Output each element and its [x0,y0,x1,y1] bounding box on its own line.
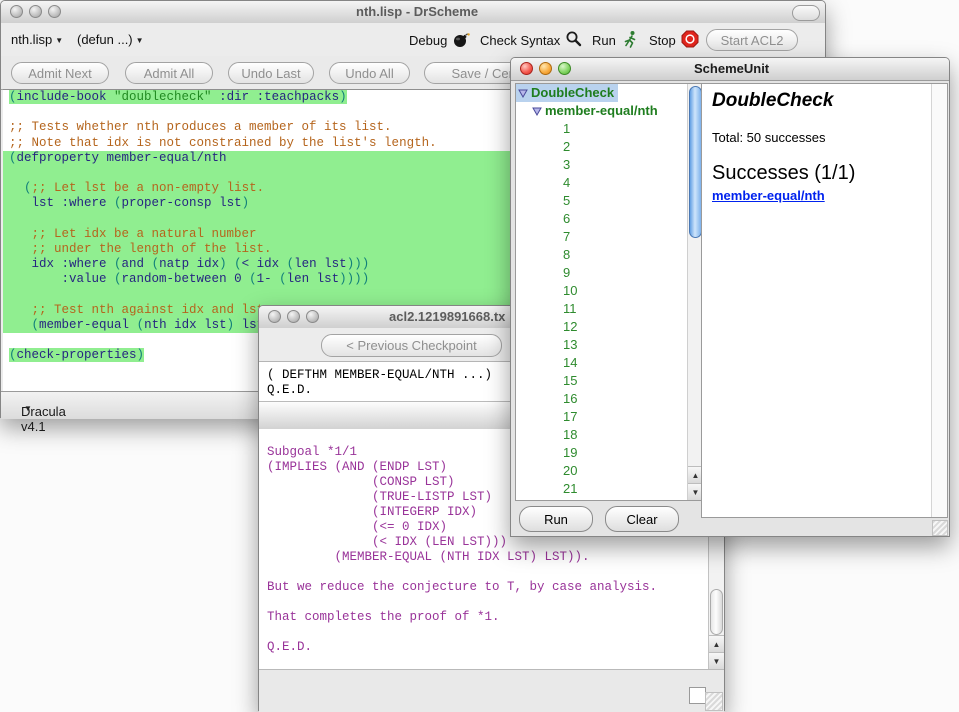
resize-grip-icon[interactable] [932,520,948,536]
resize-grip-icon[interactable] [705,692,723,711]
schemeunit-window: SchemeUnit DoubleCheck member-equal/nth … [510,57,950,537]
detail-scrollbar[interactable] [931,84,947,517]
dracula-button-admit-next[interactable]: Admit Next [11,62,109,84]
file-dropdown[interactable]: nth.lisp▼ [11,32,63,47]
tree-item-case[interactable]: 1 [516,120,703,138]
tree-item-case[interactable]: 8 [516,246,703,264]
tree-item-case[interactable]: 15 [516,372,703,390]
zoom-button[interactable] [558,62,571,75]
tree-item-case[interactable]: 13 [516,336,703,354]
minimize-button[interactable] [29,5,42,18]
tree-item-case[interactable]: 10 [516,282,703,300]
debug-label: Debug [409,33,447,48]
window-title: SchemeUnit [694,61,769,76]
disclosure-triangle-icon[interactable] [518,85,528,103]
result-total: Total: 50 successes [712,130,927,145]
debug-button[interactable]: Debug [409,30,470,50]
minimize-button[interactable] [539,62,552,75]
tree-item-case[interactable]: 20 [516,462,703,480]
tree-item-case[interactable]: 11 [516,300,703,318]
check-syntax-label: Check Syntax [480,33,560,48]
result-detail-panel: DoubleCheck Total: 50 successes Successe… [701,83,948,518]
acl2-checkbox[interactable] [689,687,706,704]
tree-item-case[interactable]: 21 [516,480,703,498]
zoom-button[interactable] [48,5,61,18]
tree-root-label: DoubleCheck [531,85,614,100]
defun-dropdown[interactable]: (defun ...)▼ [77,32,144,47]
chevron-down-icon: ▼ [136,36,144,45]
dracula-button-undo-last[interactable]: Undo Last [228,62,314,84]
tree-selection: DoubleCheck [516,84,618,102]
scrollbar-thumb[interactable] [710,589,723,635]
start-acl2-label: Start ACL2 [721,33,784,48]
close-button[interactable] [268,310,281,323]
scroll-down-arrow[interactable]: ▼ [709,652,724,669]
file-dropdown-label: nth.lisp [11,32,52,47]
tree-item-case[interactable]: 9 [516,264,703,282]
previous-checkpoint-button[interactable]: < Previous Checkpoint [321,334,502,357]
success-link[interactable]: member-equal/nth [712,188,927,203]
bomb-icon [452,30,470,51]
close-button[interactable] [520,62,533,75]
dracula-button-admit-all[interactable]: Admit All [125,62,213,84]
drscheme-toolbar: nth.lisp▼ (defun ...)▼ Debug Check Synta… [1,23,825,56]
tree-item-case[interactable]: 17 [516,408,703,426]
tree-item-case[interactable]: 2 [516,138,703,156]
tree-item-case[interactable]: 14 [516,354,703,372]
window-title: nth.lisp - DrScheme [356,4,478,19]
drscheme-titlebar[interactable]: nth.lisp - DrScheme [1,1,825,24]
tree-item-case[interactable]: 19 [516,444,703,462]
toolbar-toggle-pill[interactable] [792,5,820,21]
chevron-down-icon: ▼ [24,404,32,413]
tree-item-root[interactable]: DoubleCheck [516,84,703,102]
tree-item-case[interactable]: 4 [516,174,703,192]
window-title: acl2.1219891668.tx [389,309,505,324]
previous-checkpoint-label: < Previous Checkpoint [346,338,476,353]
run-button[interactable]: Run [592,30,638,50]
tree-item-case[interactable]: 18 [516,426,703,444]
scroll-up-arrow[interactable]: ▲ [709,635,724,652]
schemeunit-titlebar[interactable]: SchemeUnit [511,58,949,81]
tree-suite-label: member-equal/nth [545,103,658,118]
clear-button[interactable]: Clear [605,506,679,532]
acl2-bottom-bar [259,669,724,712]
run-tests-button[interactable]: Run [519,506,593,532]
disclosure-triangle-icon[interactable] [532,103,542,121]
defun-dropdown-label: (defun ...) [77,32,133,47]
tree-item-case[interactable]: 3 [516,156,703,174]
start-acl2-button[interactable]: Start ACL2 [706,29,798,51]
dracula-button-undo-all[interactable]: Undo All [329,62,410,84]
chevron-down-icon: ▼ [55,36,63,45]
result-heading: DoubleCheck [712,90,927,112]
test-tree: DoubleCheck member-equal/nth 12345678910… [515,83,704,501]
clear-label: Clear [626,512,657,527]
close-button[interactable] [10,5,23,18]
runner-icon [621,30,638,51]
tree-item-case[interactable]: 7 [516,228,703,246]
stop-octagon-icon [681,30,699,51]
run-tests-label: Run [544,512,568,527]
run-label: Run [592,33,616,48]
stop-label: Stop [649,33,676,48]
zoom-button[interactable] [306,310,319,323]
tree-item-case[interactable]: 16 [516,390,703,408]
tree-item-suite[interactable]: member-equal/nth [516,102,703,120]
minimize-button[interactable] [287,310,300,323]
stop-button[interactable]: Stop [649,30,699,50]
check-syntax-button[interactable]: Check Syntax [480,30,582,50]
tree-item-case[interactable]: 12 [516,318,703,336]
search-icon [565,30,582,50]
tree-item-case[interactable]: 5 [516,192,703,210]
successes-heading: Successes (1/1) [712,162,927,185]
tree-item-case[interactable]: 6 [516,210,703,228]
